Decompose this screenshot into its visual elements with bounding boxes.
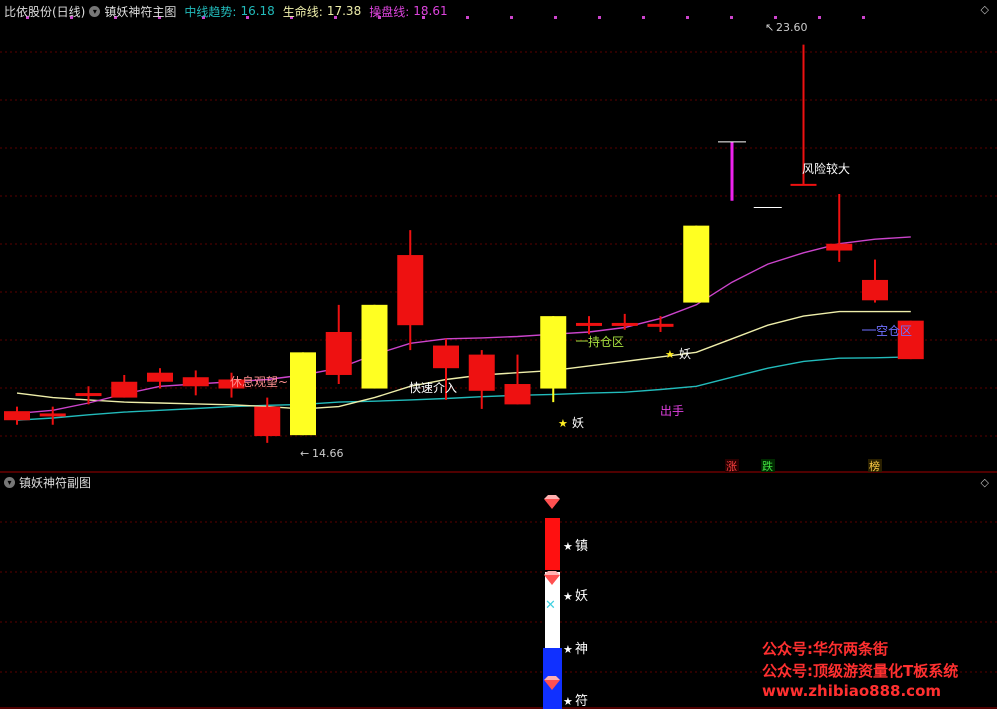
arrow-icon: ←: [300, 447, 309, 460]
candle-body: [683, 225, 710, 303]
arrow-icon: ↖: [765, 21, 774, 34]
candle-body: [147, 372, 173, 382]
candle-body: [862, 279, 888, 301]
sub-label-zhen: 镇: [575, 539, 588, 554]
marker-dot: [510, 16, 513, 19]
candle-body: [290, 352, 316, 436]
sub-header: ▾ 镇妖神符副图: [4, 474, 91, 490]
candle-body: [504, 384, 531, 405]
star-icon: ★: [563, 540, 573, 553]
life-line-value: 17.38: [326, 4, 362, 18]
butterfly-icon: ✕: [545, 598, 556, 613]
marker-dot: [818, 16, 821, 19]
annotation-strike: 出手: [660, 404, 684, 418]
trade-line-label: 操盘线:: [369, 4, 410, 19]
candle-body: [576, 322, 602, 326]
annotation-fast-entry: 快速介入: [409, 381, 457, 395]
annotation-high-risk: 风险较大: [802, 161, 850, 176]
sub-indicator-title[interactable]: 镇妖神符副图: [19, 474, 91, 491]
candle-body: [325, 331, 352, 375]
candle-body: [433, 345, 459, 369]
price-mark-low: 14.66: [312, 447, 344, 460]
marker-dot: [774, 16, 777, 19]
candle-body: [826, 243, 853, 251]
chevron-down-icon[interactable]: ▾: [89, 5, 101, 17]
candle-body: [647, 323, 674, 327]
marker-dot: [598, 16, 601, 19]
candle-body: [39, 413, 66, 417]
mid-trend-label: 中线趋势:: [184, 4, 237, 19]
marker-dot: [686, 16, 689, 19]
diamond-icon[interactable]: ◇: [981, 3, 989, 16]
marker-dot: [730, 16, 733, 19]
candle-body: [361, 304, 388, 389]
marker-dot: [642, 16, 645, 19]
candle-body: [111, 381, 138, 398]
star-icon: ★: [558, 417, 568, 430]
marker-dot: [862, 16, 865, 19]
candle-body: [4, 411, 30, 421]
candle[interactable]: [361, 304, 388, 389]
star-icon: ★: [563, 590, 573, 603]
annotation-rest: 休息观望~: [230, 374, 288, 389]
trade-line-value: 18.61: [413, 4, 448, 18]
tag-rank: 榜: [869, 459, 880, 473]
chart-canvas[interactable]: 休息观望~ 快速介入 持仓区 风险较大 空仓区 出手 妖 妖 ★ ★ 23.60…: [0, 0, 997, 709]
mid-trend-value: 16.18: [240, 4, 275, 18]
marker-dot: [554, 16, 557, 19]
watermark-line-2: 公众号:顶级游资量化T板系统: [762, 662, 959, 680]
star-icon: ★: [563, 643, 573, 656]
tag-up: 涨: [726, 460, 737, 473]
candle[interactable]: [290, 352, 316, 436]
candle-body: [254, 406, 281, 437]
candle-body: [75, 393, 102, 397]
diamond-icon[interactable]: ◇: [981, 476, 989, 489]
candle[interactable]: [683, 225, 710, 303]
annotation-demon-2: 妖: [679, 347, 691, 361]
star-icon: ★: [563, 695, 573, 708]
annotation-empty-zone: 空仓区: [876, 324, 912, 338]
life-line-label: 生命线:: [282, 4, 323, 19]
stock-title[interactable]: 比依股份(日线): [4, 3, 85, 20]
candle-body: [468, 354, 495, 391]
candle-body: [540, 316, 567, 389]
annotation-hold-zone: 持仓区: [588, 334, 624, 349]
sub-label-yao: 妖: [575, 589, 588, 604]
tag-down: 跌: [762, 459, 773, 473]
candle-body: [182, 377, 209, 387]
sub-label-shen: 神: [575, 642, 588, 657]
annotation-demon-1: 妖: [572, 416, 584, 430]
main-header: 比依股份(日线) ▾ 镇妖神符主图 中线趋势: 16.18 生命线: 17.38…: [4, 2, 448, 20]
sub-label-fu: 符: [575, 693, 588, 709]
candle-body: [611, 322, 638, 326]
marker-dot: [466, 16, 469, 19]
price-mark-high: 23.60: [776, 21, 808, 34]
indicator-title[interactable]: 镇妖神符主图: [104, 3, 176, 20]
star-icon: ★: [665, 348, 675, 361]
watermark-line-3: www.zhibiao888.com: [762, 682, 942, 700]
candle-body: [397, 255, 424, 326]
watermark-line-1: 公众号:华尔两条街: [762, 640, 888, 658]
chevron-down-icon[interactable]: ▾: [4, 476, 15, 488]
sub-bar-red: [545, 518, 560, 570]
